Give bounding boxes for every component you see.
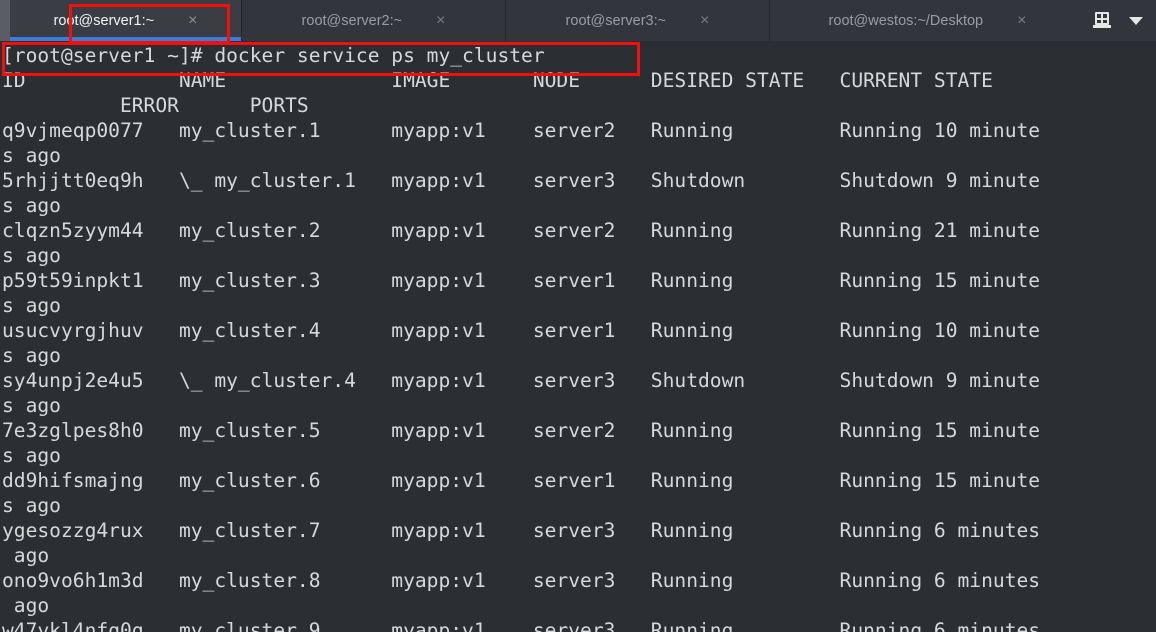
tabbar-left-edge — [0, 0, 10, 41]
terminal-window: root@server1:~ × root@server2:~ × root@s… — [0, 0, 1156, 632]
tab-bar: root@server1:~ × root@server2:~ × root@s… — [0, 0, 1156, 41]
tab-root-server1[interactable]: root@server1:~ × — [10, 0, 242, 41]
tab-label: root@server1:~ — [53, 12, 155, 29]
new-tab-icon[interactable] — [1093, 11, 1113, 30]
tab-root-server2[interactable]: root@server2:~ × — [242, 0, 506, 41]
close-icon[interactable]: × — [1017, 12, 1026, 29]
terminal-screen[interactable]: [root@server1 ~]# docker service ps my_c… — [0, 41, 1156, 632]
chevron-down-icon[interactable] — [1129, 16, 1143, 25]
tab-root-server3[interactable]: root@server3:~ × — [506, 0, 770, 41]
tabbar-actions — [1085, 0, 1156, 41]
close-icon[interactable]: × — [700, 12, 709, 29]
tab-label: root@server2:~ — [301, 12, 403, 29]
tab-label: root@westos:~/Desktop — [828, 12, 984, 29]
terminal-output: [root@server1 ~]# docker service ps my_c… — [2, 44, 1041, 632]
close-icon[interactable]: × — [436, 12, 445, 29]
close-icon[interactable]: × — [188, 12, 197, 29]
tab-label: root@server3:~ — [565, 12, 667, 29]
tab-root-westos-desktop[interactable]: root@westos:~/Desktop × — [770, 0, 1085, 41]
